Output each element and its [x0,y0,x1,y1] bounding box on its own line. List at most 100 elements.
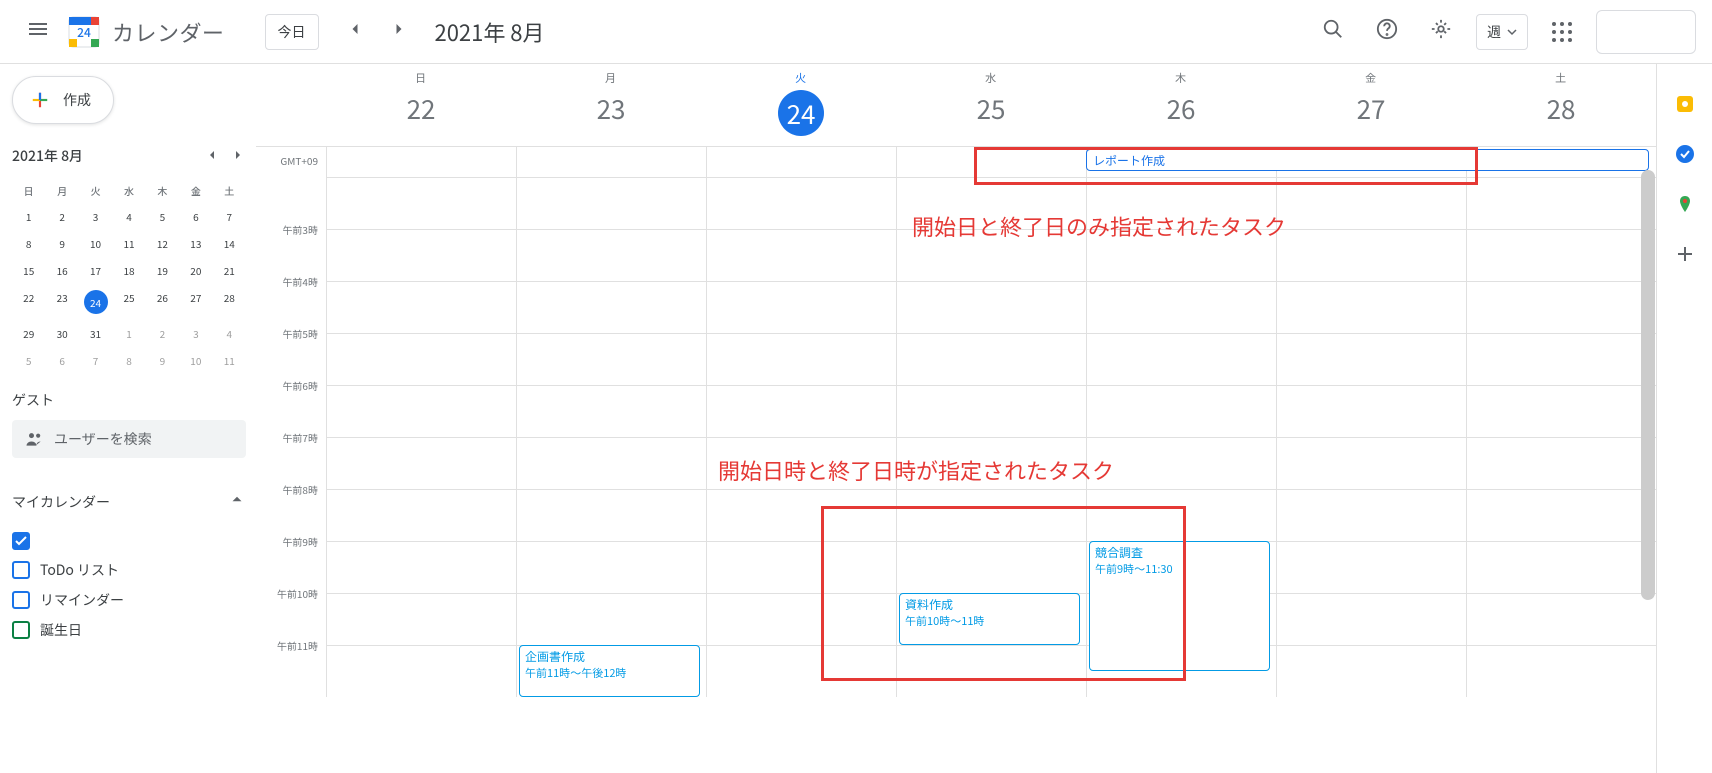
mini-day[interactable]: 7 [79,347,112,374]
day-column[interactable]: 企画書作成午前11時～午後12時 [516,177,706,697]
day-column[interactable]: 競合調査午前9時～11:30 [1086,177,1276,697]
mini-next-month[interactable] [230,144,246,168]
mini-day[interactable]: 4 [213,320,246,347]
mini-day[interactable]: 23 [45,284,78,320]
search-guests-input[interactable]: ユーザーを検索 [12,420,246,458]
day-header[interactable]: 水25 [896,64,1086,146]
time-grid[interactable]: 午前3時午前4時午前5時午前6時午前7時午前8時午前9時午前10時午前11時 企… [256,177,1656,773]
mini-day[interactable]: 11 [213,347,246,374]
mini-day[interactable]: 3 [79,203,112,230]
mini-day[interactable]: 28 [213,284,246,320]
calendar-event[interactable]: 企画書作成午前11時～午後12時 [519,645,700,697]
allday-event[interactable]: レポート作成 [1086,149,1649,171]
day-header[interactable]: 金27 [1276,64,1466,146]
mini-day[interactable]: 6 [45,347,78,374]
view-selector[interactable]: 週 [1476,14,1528,50]
search-icon[interactable] [1314,10,1352,53]
account-avatar[interactable] [1596,10,1696,54]
day-header[interactable]: 月23 [516,64,706,146]
scrollbar-thumb[interactable] [1641,170,1655,600]
mini-day[interactable]: 25 [112,284,145,320]
mini-day[interactable]: 1 [12,203,45,230]
today-button[interactable]: 今日 [265,14,319,50]
calendar-checkbox[interactable] [12,591,30,609]
mini-calendar[interactable]: 日月火水木金土123456789101112131415161718192021… [12,178,246,374]
next-week-button[interactable] [383,13,415,50]
mini-prev-month[interactable] [204,144,220,168]
mini-day[interactable]: 11 [112,230,145,257]
day-headers-row: 日22月23火24水25木26金27土28 [256,64,1656,147]
hour-label: 午前4時 [256,274,326,326]
day-column[interactable]: 資料作成午前10時～11時 [896,177,1086,697]
day-header[interactable]: 土28 [1466,64,1656,146]
allday-slot[interactable] [516,147,706,177]
maps-icon[interactable] [1675,194,1695,214]
mini-weekday: 土 [213,178,246,203]
keep-icon[interactable] [1675,94,1695,114]
mini-day[interactable]: 27 [179,284,212,320]
mini-day[interactable]: 18 [112,257,145,284]
calendar-event[interactable]: 資料作成午前10時～11時 [899,593,1080,645]
mini-day[interactable]: 5 [12,347,45,374]
mini-day[interactable]: 10 [179,347,212,374]
calendar-item[interactable]: リマインダー [12,590,246,610]
mini-day[interactable]: 8 [112,347,145,374]
calendar-checkbox[interactable] [12,532,30,550]
mini-day[interactable]: 29 [12,320,45,347]
mini-day[interactable]: 9 [146,347,179,374]
mini-day[interactable]: 31 [79,320,112,347]
calendar-item[interactable] [12,532,246,550]
hamburger-menu-icon[interactable] [16,7,60,56]
mini-day[interactable]: 17 [79,257,112,284]
day-column[interactable] [326,177,516,697]
mini-day[interactable]: 7 [213,203,246,230]
mini-day[interactable]: 19 [146,257,179,284]
day-column[interactable] [1466,177,1656,697]
mini-day[interactable]: 4 [112,203,145,230]
allday-slot[interactable] [896,147,1086,177]
day-column[interactable] [706,177,896,697]
mini-day[interactable]: 12 [146,230,179,257]
chevron-up-icon [228,490,246,508]
mini-day[interactable]: 5 [146,203,179,230]
mini-day[interactable]: 21 [213,257,246,284]
allday-slot[interactable] [706,147,896,177]
mini-day[interactable]: 22 [12,284,45,320]
calendar-item[interactable]: ToDo リスト [12,560,246,580]
mini-day[interactable]: 9 [45,230,78,257]
mini-day[interactable]: 14 [213,230,246,257]
day-column[interactable] [1276,177,1466,697]
mini-day[interactable]: 24 [79,284,112,320]
mini-day[interactable]: 13 [179,230,212,257]
mini-day[interactable]: 26 [146,284,179,320]
mini-day[interactable]: 1 [112,320,145,347]
mini-day[interactable]: 8 [12,230,45,257]
create-label: 作成 [63,90,91,110]
mini-day[interactable]: 3 [179,320,212,347]
calendar-event[interactable]: 競合調査午前9時～11:30 [1089,541,1270,671]
mini-day[interactable]: 2 [45,203,78,230]
add-addon-icon[interactable] [1675,244,1695,264]
calendar-checkbox[interactable] [12,621,30,639]
my-calendars-toggle[interactable]: マイカレンダー [12,476,246,522]
google-apps-icon[interactable] [1544,14,1580,50]
calendar-checkbox[interactable] [12,561,30,579]
create-button[interactable]: 作成 [12,76,114,124]
allday-slot[interactable] [326,147,516,177]
mini-day[interactable]: 16 [45,257,78,284]
day-header[interactable]: 木26 [1086,64,1276,146]
mini-day[interactable]: 30 [45,320,78,347]
mini-day[interactable]: 15 [12,257,45,284]
settings-icon[interactable] [1422,10,1460,53]
day-header[interactable]: 火24 [706,64,896,146]
prev-week-button[interactable] [339,13,371,50]
mini-day[interactable]: 20 [179,257,212,284]
mini-day[interactable]: 10 [79,230,112,257]
mini-day[interactable]: 2 [146,320,179,347]
app-logo[interactable]: 24 カレンダー [64,12,225,52]
tasks-icon[interactable] [1675,144,1695,164]
help-icon[interactable] [1368,10,1406,53]
mini-day[interactable]: 6 [179,203,212,230]
day-header[interactable]: 日22 [326,64,516,146]
calendar-item[interactable]: 誕生日 [12,620,246,640]
